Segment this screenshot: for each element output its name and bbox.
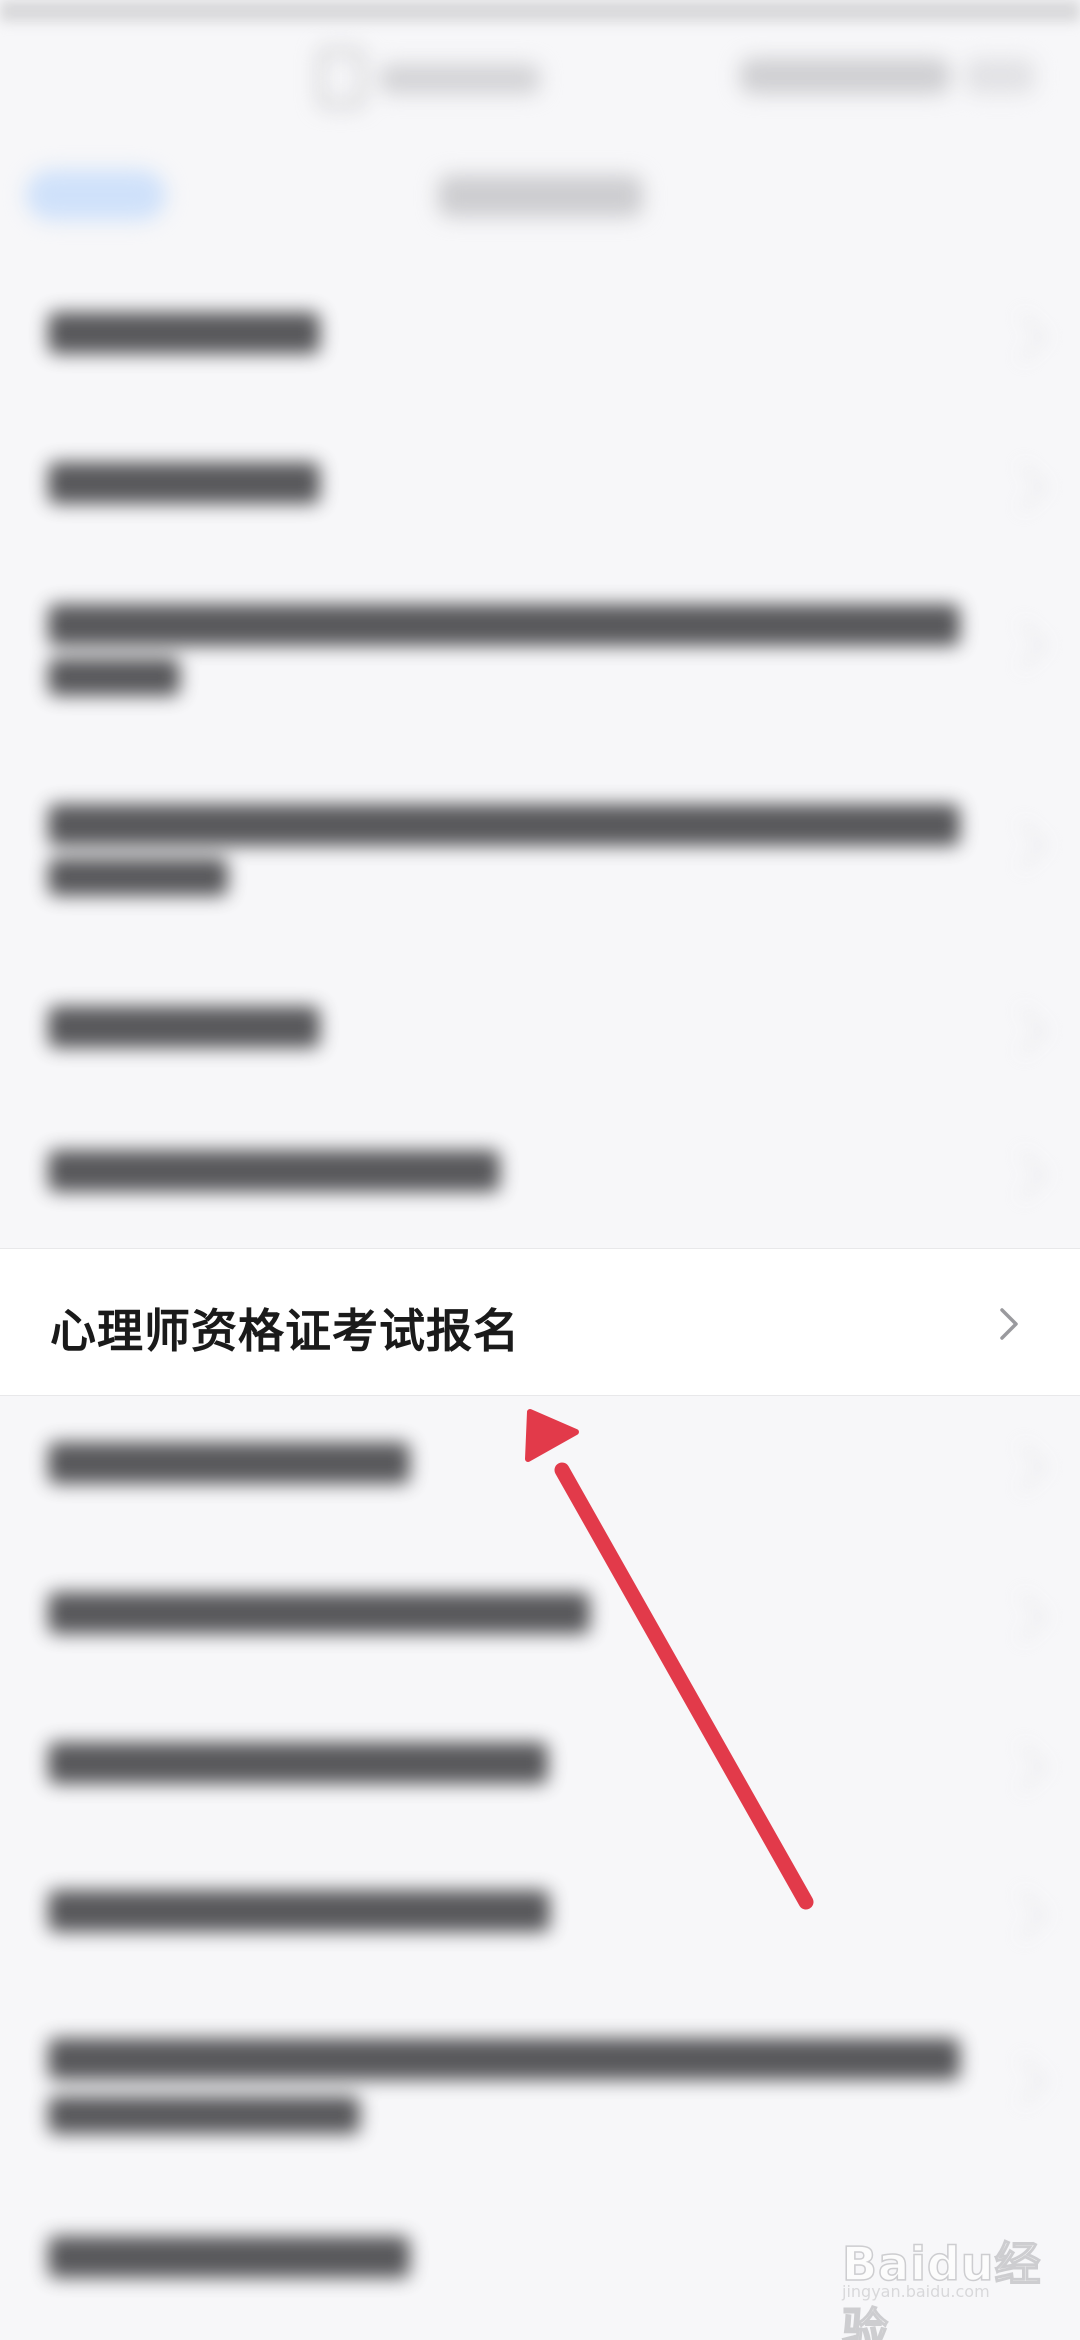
list-item-text-blurred (48, 1442, 410, 1484)
list-item[interactable] (0, 798, 1080, 938)
list-item-text-blurred (48, 1890, 550, 1932)
watermark-domain: jingyan.baidu.com (842, 2282, 990, 2301)
chevron-right-icon (998, 312, 1048, 362)
list-item-text-blurred (48, 462, 320, 504)
list-item[interactable] (0, 1592, 1080, 1682)
list-item-text-blurred (48, 804, 960, 846)
chevron-right-icon (998, 1592, 1048, 1642)
list-item[interactable] (0, 1000, 1080, 1120)
list-item[interactable] (0, 1442, 1080, 1532)
list-item-text-blurred (48, 1742, 548, 1784)
list-item-text-blurred (48, 1150, 500, 1192)
chevron-right-icon (998, 462, 1048, 512)
list-item-text-blurred (48, 1006, 320, 1048)
list-item[interactable] (0, 450, 1080, 570)
list-item[interactable] (0, 598, 1080, 738)
service-list: 心理师资格证考试报名 (0, 0, 1080, 2340)
chevron-right-icon (1000, 1308, 1018, 1340)
baidu-jingyan-watermark: Baidu经验 jingyan.baidu.com (841, 2220, 1042, 2340)
list-item[interactable] (0, 1150, 1080, 1240)
list-item[interactable] (0, 1890, 1080, 1980)
list-item-text-blurred (48, 858, 228, 896)
list-item[interactable] (0, 1742, 1080, 1832)
list-item-text-blurred (48, 1592, 590, 1634)
list-item-psychologist-exam-registration[interactable]: 心理师资格证考试报名 (0, 1248, 1080, 1396)
list-item-text-blurred (48, 2096, 360, 2134)
list-item-text-blurred (48, 2236, 410, 2278)
list-item[interactable] (0, 2038, 1080, 2178)
chevron-right-icon (998, 820, 1048, 870)
chevron-right-icon (998, 620, 1048, 670)
list-item-text-blurred (48, 604, 960, 646)
chevron-right-icon (998, 1890, 1048, 1940)
chevron-right-icon (998, 1006, 1048, 1056)
chevron-right-icon (998, 1150, 1048, 1200)
chevron-right-icon (998, 1742, 1048, 1792)
list-item[interactable] (0, 300, 1080, 420)
list-item-text-blurred (48, 658, 180, 696)
list-item-text-blurred (48, 312, 320, 354)
list-item-text-blurred (48, 2038, 960, 2080)
chevron-right-icon (998, 1442, 1048, 1492)
chevron-right-icon (998, 2056, 1048, 2106)
screen: 心理师资格证考试报名 Baidu经验 jingyan.baidu.com (0, 0, 1080, 2340)
list-item-label: 心理师资格证考试报名 (50, 1304, 520, 1358)
